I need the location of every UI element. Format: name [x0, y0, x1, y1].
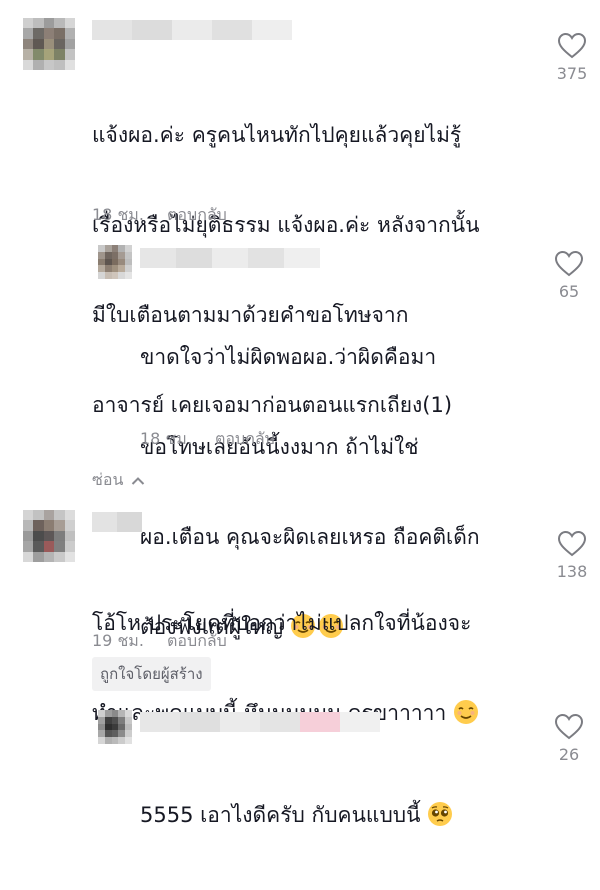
- like-button[interactable]: 26: [549, 713, 589, 764]
- reply-button[interactable]: ตอบกลับ: [215, 429, 275, 448]
- heart-outline-icon: [554, 713, 584, 740]
- timestamp: 18 ชม.: [140, 429, 192, 448]
- like-count: 375: [556, 64, 588, 83]
- pleading-face-emoji: [428, 802, 453, 826]
- username-blurred[interactable]: [92, 512, 142, 532]
- avatar[interactable]: [98, 710, 132, 744]
- heart-outline-icon: [554, 250, 584, 277]
- like-count: 138: [556, 562, 588, 581]
- avatar[interactable]: [98, 245, 132, 279]
- comment-1: แจ้งผอ.ค่ะ ครูคนไหนทักไปคุยแล้วคุยไม่รู้…: [0, 0, 600, 417]
- username-blurred[interactable]: [92, 20, 292, 40]
- avatar[interactable]: [23, 18, 75, 70]
- comment-2-reply: ขาดใจว่าไม่ผิดพอผอ.ว่าผิดคือมา ขอโทษเลยอ…: [0, 230, 600, 639]
- like-button[interactable]: 65: [549, 250, 589, 301]
- avatar[interactable]: [23, 510, 75, 562]
- reply-button[interactable]: ตอบกลับ: [167, 631, 227, 650]
- hide-replies-label: ซ่อน: [92, 470, 124, 489]
- chevron-up-icon: [132, 476, 145, 485]
- comment-meta: 18 ชม. ตอบกลับ: [92, 203, 227, 228]
- like-count: 65: [558, 282, 580, 301]
- comment-meta: 19 ชม. ตอบกลับ: [92, 629, 227, 654]
- heart-outline-icon: [557, 530, 587, 557]
- comment-4-reply: 5555 เอาไงดีครับ กับคนแบบนี้ 26: [0, 695, 600, 827]
- username-blurred[interactable]: [140, 712, 380, 732]
- comment-text: 5555 เอาไงดีครับ กับคนแบบนี้: [140, 740, 453, 890]
- timestamp: 19 ชม.: [92, 631, 144, 650]
- like-button[interactable]: 138: [552, 530, 592, 581]
- hide-replies-button[interactable]: ซ่อน: [92, 468, 145, 493]
- username-blurred[interactable]: [140, 248, 320, 268]
- timestamp: 18 ชม.: [92, 205, 144, 224]
- comment-3: โอ้โห ประโยคที่บอกว่าไม่แปลกใจที่น้องจะ …: [0, 500, 600, 725]
- like-button[interactable]: 375: [552, 32, 592, 83]
- creator-liked-badge: ถูกใจโดยผู้สร้าง: [92, 657, 211, 691]
- like-count: 26: [558, 745, 580, 764]
- comment-meta: 18 ชม. ตอบกลับ: [140, 427, 275, 452]
- reply-button[interactable]: ตอบกลับ: [167, 205, 227, 224]
- heart-outline-icon: [557, 32, 587, 59]
